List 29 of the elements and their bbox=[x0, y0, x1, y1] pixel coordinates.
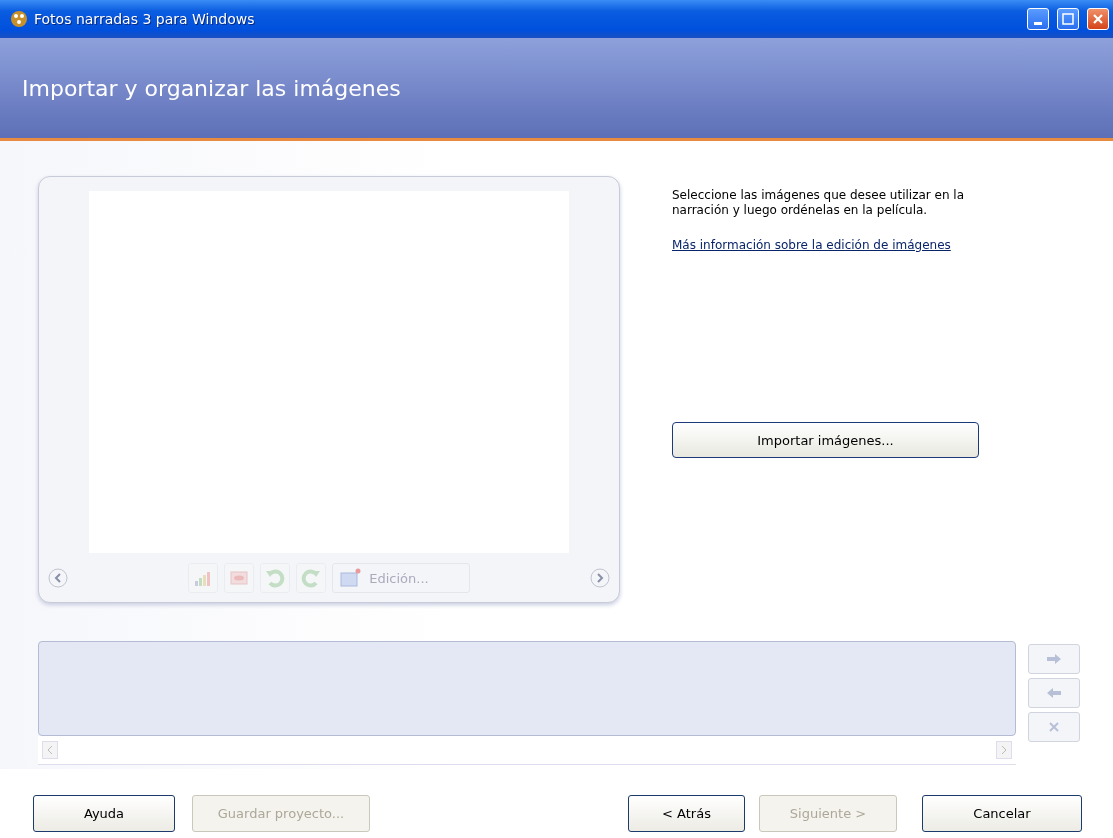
footer-button[interactable]: < Atrás bbox=[628, 795, 745, 832]
film-reel-icon bbox=[10, 10, 28, 28]
horizontal-scrollbar[interactable] bbox=[38, 736, 1016, 765]
scroll-right-button[interactable] bbox=[996, 741, 1012, 759]
instructions-text: Seleccione las imágenes que desee utilizar en la narración y luego ordénelas en la película. bbox=[672, 188, 966, 218]
maximize-button[interactable] bbox=[1057, 8, 1079, 30]
scroll-left-button[interactable] bbox=[42, 741, 58, 759]
arrow-right-icon bbox=[1046, 653, 1062, 665]
minimize-icon bbox=[1034, 21, 1042, 25]
footer-button[interactable]: Ayuda bbox=[33, 795, 175, 832]
scroll-left-icon[interactable] bbox=[47, 567, 69, 589]
help-link[interactable]: Más información sobre la edición de imágenes bbox=[672, 238, 1017, 252]
page-title: Importar y organizar las imágenes bbox=[22, 75, 401, 101]
footer-button[interactable]: Cancelar bbox=[922, 795, 1082, 832]
import-button[interactable]: Importar imágenes... bbox=[672, 422, 979, 458]
close-icon bbox=[1048, 721, 1060, 733]
rotate-right-icon bbox=[301, 568, 322, 588]
arrow-left-icon bbox=[1046, 687, 1062, 699]
scroll-right-icon[interactable] bbox=[589, 567, 611, 589]
caret-left-icon bbox=[47, 746, 53, 754]
close-icon bbox=[1092, 13, 1104, 25]
rotate-left-icon bbox=[265, 568, 286, 588]
maximize-icon bbox=[1062, 13, 1074, 25]
picture-edit-icon bbox=[339, 568, 362, 588]
caret-right-icon bbox=[1001, 746, 1007, 754]
close-button[interactable] bbox=[1087, 8, 1109, 30]
window-title: Fotos narradas 3 para Windows bbox=[34, 11, 256, 27]
minimize-button[interactable] bbox=[1027, 8, 1049, 30]
eye-icon bbox=[229, 569, 250, 587]
